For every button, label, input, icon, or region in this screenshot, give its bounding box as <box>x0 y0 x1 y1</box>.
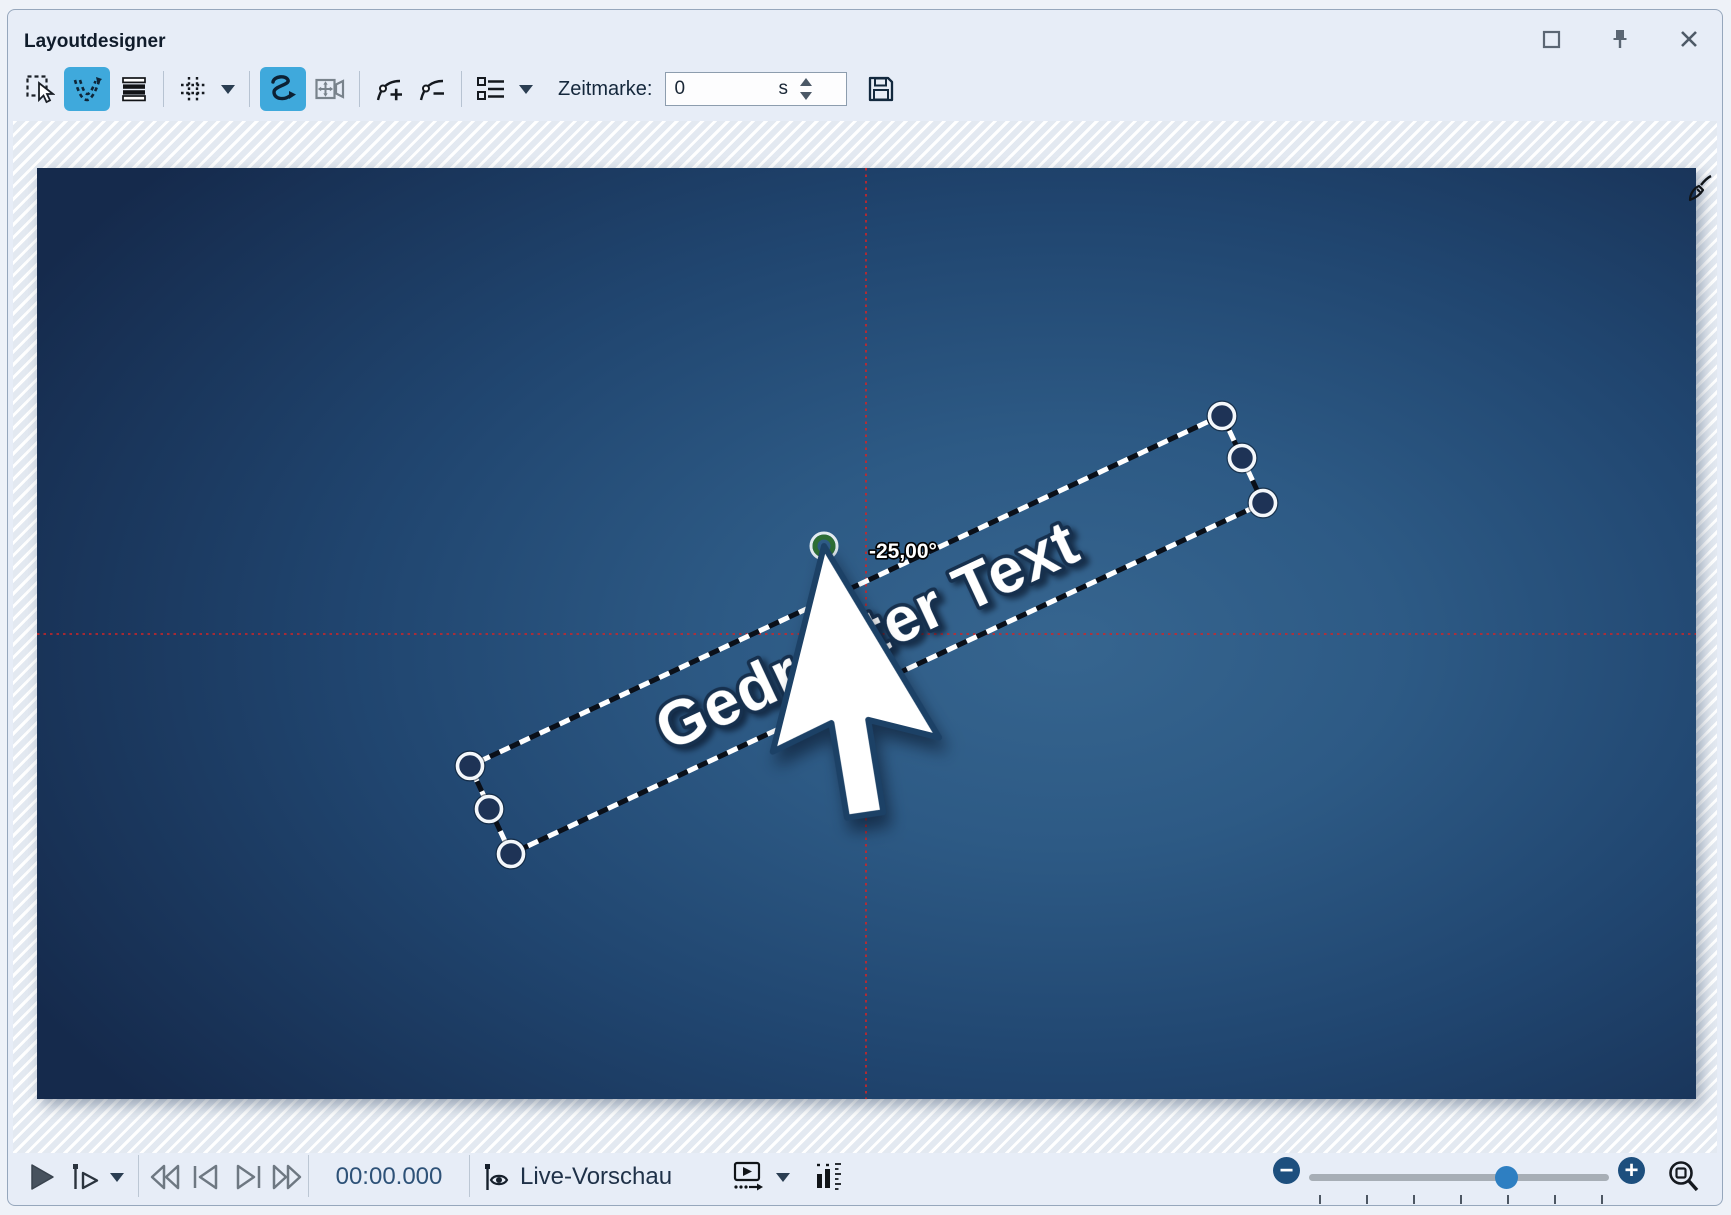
slider-tick <box>1366 1195 1368 1204</box>
maximize-icon <box>1542 30 1561 49</box>
chevron-down-icon <box>776 1173 790 1182</box>
next-button[interactable] <box>232 1157 264 1197</box>
zeitmarke-input[interactable] <box>674 78 778 100</box>
zoom-fit-icon <box>1666 1159 1702 1195</box>
keyframe-list-icon <box>475 74 507 104</box>
motion-path-button[interactable] <box>64 67 110 111</box>
slider-tick <box>1319 1195 1321 1204</box>
rotation-angle-label: -25,00° <box>869 540 937 563</box>
toolbar-separator <box>461 71 462 107</box>
remove-curve-point-icon <box>417 74 447 104</box>
resize-handle[interactable] <box>1228 444 1257 473</box>
chevron-down-icon <box>519 85 533 94</box>
previous-button[interactable] <box>190 1157 222 1197</box>
slider-tick <box>1507 1195 1509 1204</box>
play-button[interactable] <box>26 1157 56 1197</box>
transport-separator <box>308 1155 309 1197</box>
resize-handle[interactable] <box>1249 489 1278 518</box>
camera-pan-icon <box>314 74 346 104</box>
slider-tick <box>1601 1195 1603 1204</box>
layers-order-button[interactable] <box>115 69 153 109</box>
resize-handle[interactable] <box>497 840 526 869</box>
maximize-button[interactable] <box>1540 28 1562 50</box>
zoom-in-button[interactable]: + <box>1618 1157 1645 1184</box>
add-curve-point-icon <box>374 74 404 104</box>
canvas-overlay: Gedrehter Text -25,00° <box>37 168 1696 1099</box>
slider-tick <box>1460 1195 1462 1204</box>
resize-handle[interactable] <box>475 795 504 824</box>
layout-toolbar: Zeitmarke: s <box>21 65 898 113</box>
minus-icon: − <box>1279 1159 1293 1183</box>
zoom-slider-track[interactable] <box>1309 1174 1609 1181</box>
rewind-button[interactable] <box>148 1157 182 1197</box>
add-curve-point-button[interactable] <box>370 69 408 109</box>
slider-tick <box>1413 1195 1415 1204</box>
zeitmarke-unit: s <box>778 78 788 100</box>
size-ruler-button[interactable] <box>813 1157 847 1197</box>
save-timemark-button[interactable] <box>864 71 898 107</box>
layoutdesigner-panel: Layoutdesigner <box>7 9 1723 1206</box>
preview-options-dropdown[interactable] <box>776 1157 790 1197</box>
grid-button[interactable] <box>174 69 212 109</box>
pin-icon <box>1610 28 1630 50</box>
transport-bar: 00:00.000 Live-Vorschau <box>8 1151 1722 1205</box>
toolbar-separator <box>163 71 164 107</box>
live-preview-icon-wrap <box>482 1157 514 1197</box>
close-icon <box>1679 29 1699 49</box>
camera-pan-button[interactable] <box>311 69 349 109</box>
design-canvas[interactable]: Gedrehter Text -25,00° <box>37 168 1696 1099</box>
close-button[interactable] <box>1678 28 1700 50</box>
smooth-curve-icon <box>267 73 299 105</box>
pin-button[interactable] <box>1609 28 1631 50</box>
keyframe-list-dropdown[interactable] <box>515 69 537 109</box>
paintbrush-icon[interactable] <box>1685 173 1713 203</box>
spin-up-icon[interactable] <box>800 78 812 86</box>
chevron-down-icon <box>221 85 235 94</box>
rewind-icon <box>148 1162 182 1192</box>
transport-separator <box>138 1155 139 1197</box>
play-options-dropdown[interactable] <box>110 1157 124 1197</box>
layers-order-icon <box>119 74 149 104</box>
window-controls <box>1540 28 1700 50</box>
zoom-slider-thumb[interactable] <box>1495 1166 1518 1189</box>
select-tool-icon <box>25 74 55 104</box>
preview-window-button[interactable] <box>730 1157 766 1197</box>
motion-path-icon <box>71 73 103 105</box>
grid-icon <box>178 74 208 104</box>
fast-forward-button[interactable] <box>270 1157 304 1197</box>
zoom-out-button[interactable]: − <box>1273 1157 1300 1184</box>
slider-tick <box>1554 1195 1556 1204</box>
grid-dropdown[interactable] <box>217 69 239 109</box>
time-display: 00:00.000 <box>338 1157 440 1197</box>
fast-forward-icon <box>270 1162 304 1192</box>
zeitmarke-spinner[interactable] <box>794 78 818 100</box>
zeitmarke-label: Zeitmarke: <box>558 78 652 101</box>
zoom-fit-button[interactable] <box>1666 1157 1702 1197</box>
keyframe-list-button[interactable] <box>472 69 510 109</box>
save-icon <box>867 75 895 103</box>
play-from-pin-icon <box>68 1161 102 1193</box>
resize-handle[interactable] <box>456 752 485 781</box>
play-icon <box>26 1162 56 1192</box>
panel-title: Layoutdesigner <box>24 31 165 53</box>
spin-down-icon[interactable] <box>800 92 812 100</box>
toolbar-separator <box>359 71 360 107</box>
transport-separator <box>469 1155 470 1197</box>
play-in-window-icon <box>730 1160 766 1194</box>
plus-icon: + <box>1624 1159 1638 1183</box>
workspace-area: Gedrehter Text -25,00° <box>13 121 1717 1153</box>
zeitmarke-inputbox: s <box>665 72 847 106</box>
live-preview-label[interactable]: Live-Vorschau <box>520 1157 672 1197</box>
resize-handle[interactable] <box>1208 402 1237 431</box>
size-ruler-icon <box>813 1160 847 1194</box>
toolbar-separator <box>249 71 250 107</box>
play-from-timemark-button[interactable] <box>68 1157 102 1197</box>
pin-eye-icon <box>482 1161 514 1193</box>
skip-to-end-icon <box>232 1162 264 1192</box>
remove-curve-point-button[interactable] <box>413 69 451 109</box>
smooth-curve-button[interactable] <box>260 67 306 111</box>
select-tool-button[interactable] <box>21 69 59 109</box>
chevron-down-icon <box>110 1173 124 1182</box>
skip-to-start-icon <box>190 1162 222 1192</box>
